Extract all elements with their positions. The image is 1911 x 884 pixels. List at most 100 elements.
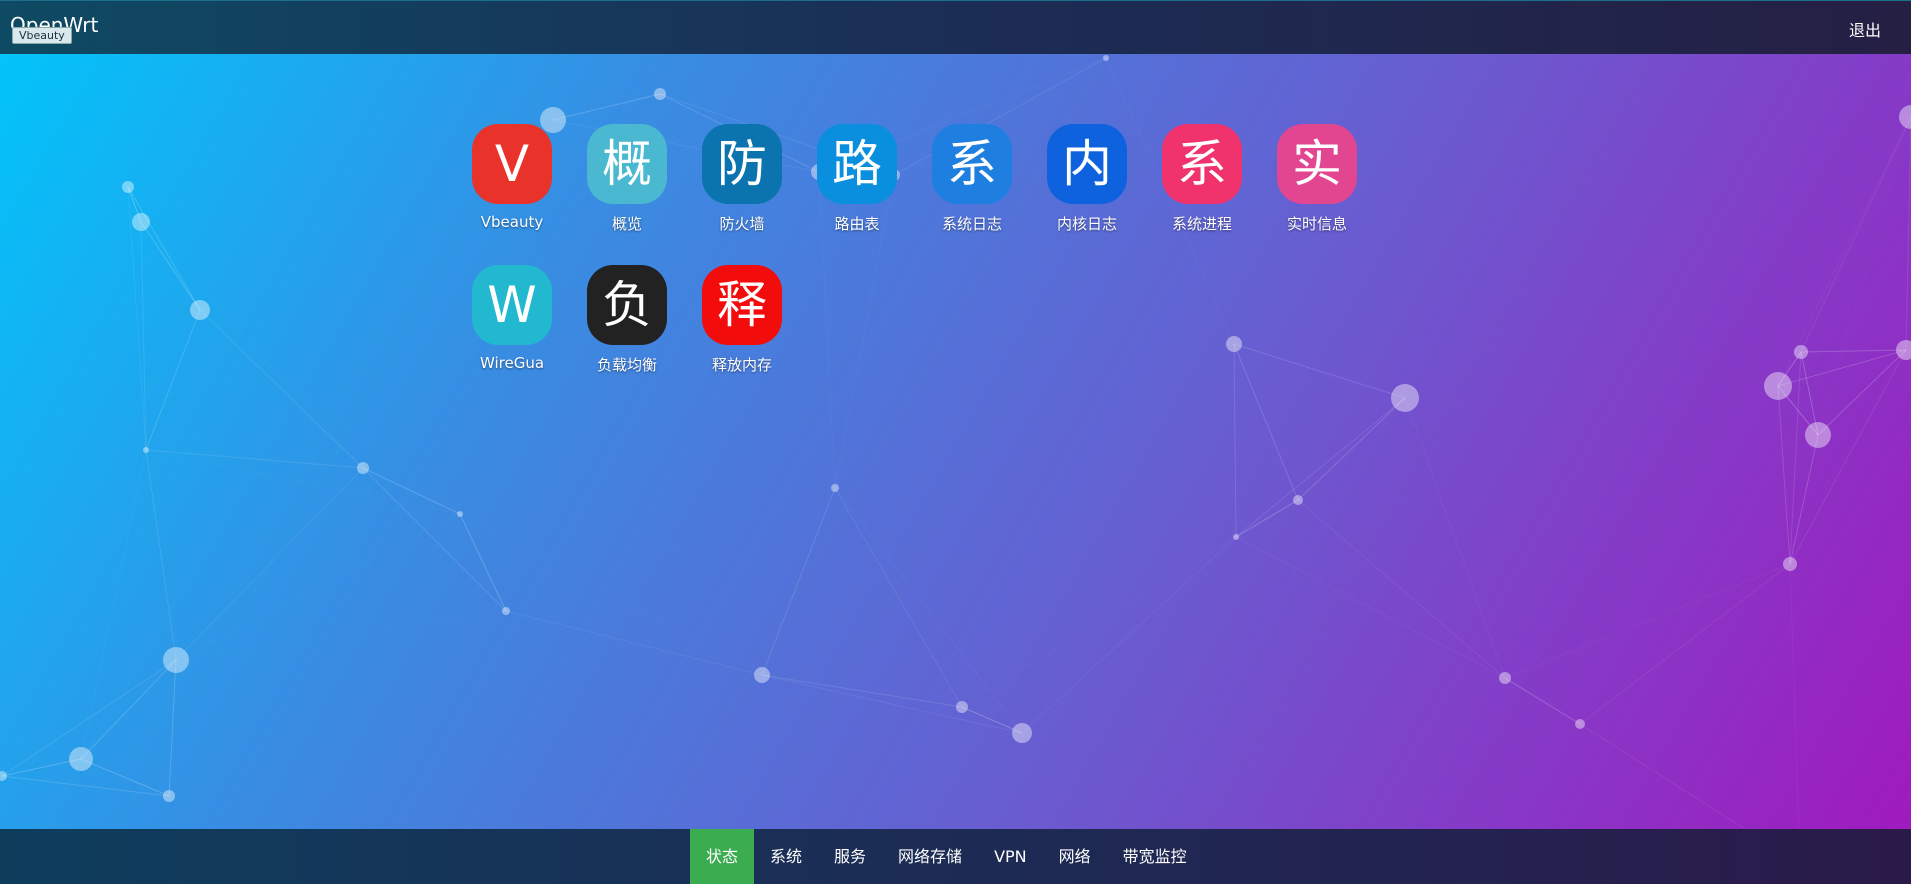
- particle-link: [459, 513, 507, 612]
- particle-link: [506, 488, 835, 611]
- vbeauty-icon[interactable]: V: [472, 124, 552, 204]
- particle-link: [761, 487, 836, 676]
- bottom-nav-bar: 状态 系统 服务 网络存储 VPN 网络 带宽监控: [0, 829, 1911, 884]
- particle-link: [1021, 536, 1237, 734]
- wireguard-icon[interactable]: W: [472, 265, 552, 345]
- app-wireguard[interactable]: W WireGua: [467, 265, 557, 372]
- app-syslog[interactable]: 系 系统日志: [927, 124, 1017, 234]
- app-vbeauty[interactable]: V Vbeauty: [467, 124, 557, 231]
- load-balance-icon[interactable]: 负: [587, 265, 667, 345]
- app-load-balance[interactable]: 负 负载均衡: [582, 265, 672, 375]
- particle-node: [122, 181, 134, 193]
- particle-node: [1226, 336, 1242, 352]
- particle-node: [457, 511, 463, 517]
- particle-link: [176, 611, 506, 660]
- app-kernel-log[interactable]: 内 内核日志: [1042, 124, 1132, 234]
- particle-link: [1579, 563, 1791, 725]
- particle-link: [146, 450, 169, 796]
- particle-link: [141, 222, 363, 468]
- particle-link: [1233, 343, 1299, 501]
- particle-node: [502, 607, 510, 615]
- particle-link: [1404, 397, 1506, 679]
- menu-bandwidth[interactable]: 带宽监控: [1107, 829, 1203, 884]
- particle-node: [1012, 723, 1032, 743]
- particle-link: [1800, 116, 1911, 353]
- particle-node: [754, 667, 770, 683]
- particle-link: [1777, 385, 1791, 565]
- particle-node: [190, 300, 210, 320]
- particle-link: [1789, 563, 1801, 865]
- particle-node: [69, 747, 93, 771]
- particle-node: [1794, 345, 1808, 359]
- app-label: 防火墙: [719, 215, 765, 233]
- app-label: 释放内存: [711, 356, 772, 374]
- particle-link: [505, 610, 763, 676]
- particle-link: [1235, 536, 1506, 679]
- menu-status[interactable]: 状态: [690, 829, 755, 884]
- app-label: 负载均衡: [596, 356, 657, 374]
- menu-system[interactable]: 系统: [754, 829, 818, 884]
- app-realtime[interactable]: 实 实时信息: [1272, 124, 1362, 234]
- particle-link: [460, 514, 762, 675]
- menu-services[interactable]: 服务: [818, 829, 882, 884]
- particle-link: [834, 487, 1023, 734]
- particle-node: [1391, 384, 1419, 412]
- particle-link: [362, 467, 461, 515]
- particle-link: [145, 449, 177, 661]
- particle-link: [1235, 499, 1299, 538]
- app-overview[interactable]: 概 概览: [582, 124, 672, 234]
- particle-node: [1233, 534, 1239, 540]
- particle-link: [1235, 397, 1406, 538]
- particle-link: [199, 309, 364, 469]
- app-processes[interactable]: 系 系统进程: [1157, 124, 1247, 234]
- syslog-icon[interactable]: 系: [932, 124, 1012, 204]
- particle-node: [654, 88, 666, 100]
- app-firewall[interactable]: 防 防火墙: [697, 124, 787, 234]
- menu-network[interactable]: 网络: [1043, 829, 1107, 884]
- particle-link: [1905, 116, 1911, 351]
- free-memory-icon[interactable]: 释: [702, 265, 782, 345]
- particle-link: [761, 674, 1023, 734]
- overview-icon[interactable]: 概: [587, 124, 667, 204]
- realtime-icon[interactable]: 实: [1277, 124, 1357, 204]
- particle-node: [163, 647, 189, 673]
- particle-node: [1575, 719, 1585, 729]
- particle-node: [163, 790, 175, 802]
- particle-link: [962, 537, 1236, 707]
- firewall-icon[interactable]: 防: [702, 124, 782, 204]
- menu-vpn[interactable]: VPN: [978, 829, 1043, 884]
- app-label: 系统日志: [941, 215, 1002, 233]
- particle-link: [1233, 343, 1406, 399]
- particle-node: [0, 771, 7, 781]
- particle-link: [175, 467, 364, 661]
- particle-node: [1103, 55, 1109, 61]
- particle-link: [168, 659, 177, 797]
- processes-icon[interactable]: 系: [1162, 124, 1242, 204]
- particle-link: [1233, 343, 1237, 538]
- particle-node: [1499, 672, 1511, 684]
- particle-node: [132, 213, 150, 231]
- logout-button[interactable]: 退出: [1849, 17, 1881, 41]
- app-label: 实时信息: [1286, 215, 1347, 233]
- particle-link: [761, 674, 963, 708]
- particle-link: [2, 450, 146, 776]
- app-label: Vbeauty: [480, 213, 544, 231]
- particle-link: [834, 487, 963, 708]
- app-label: WireGua: [479, 354, 545, 372]
- kernel-log-icon[interactable]: 内: [1047, 124, 1127, 204]
- particle-link: [81, 450, 146, 759]
- particle-link: [140, 221, 201, 311]
- particle-link: [80, 659, 177, 760]
- app-routes[interactable]: 路 路由表: [812, 124, 902, 234]
- particle-link: [145, 449, 364, 469]
- app-free-memory[interactable]: 释 释放内存: [697, 265, 787, 375]
- routes-icon[interactable]: 路: [817, 124, 897, 204]
- particle-link: [552, 93, 661, 121]
- menu-nas[interactable]: 网络存储: [882, 829, 978, 884]
- top-header-bar: OpenWrt Vbeauty 退出: [0, 0, 1911, 54]
- main-menu: 状态 系统 服务 网络存储 VPN 网络 带宽监控: [690, 829, 1203, 884]
- particle-node: [1899, 105, 1911, 129]
- particle-node: [1764, 372, 1792, 400]
- particle-link: [1789, 434, 1819, 565]
- particle-node: [1293, 495, 1303, 505]
